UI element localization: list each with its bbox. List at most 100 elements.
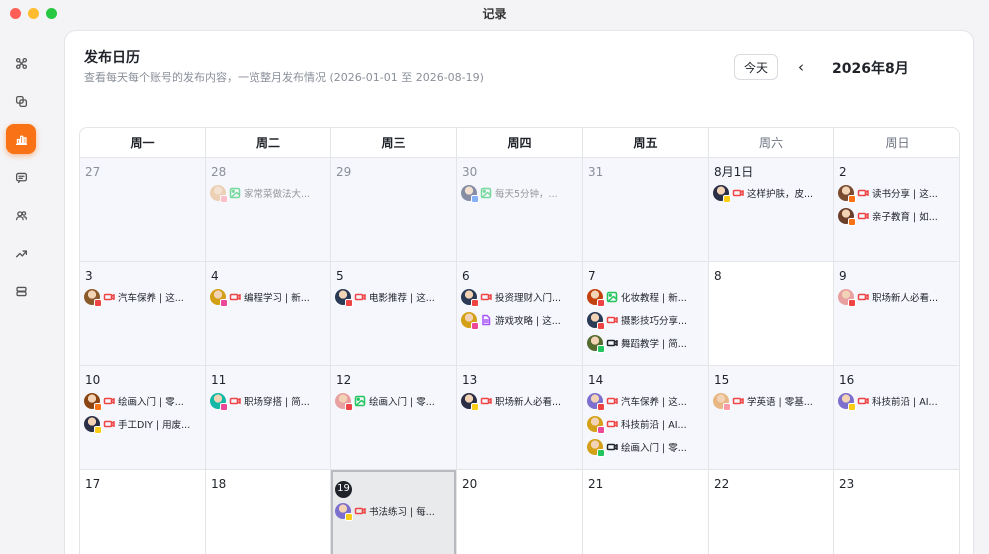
post-item[interactable]: 投资理财入门... [461, 287, 578, 307]
post-item[interactable]: 职场新人必看... [838, 287, 957, 307]
calendar-day[interactable]: 17 [80, 470, 206, 554]
calendar-day[interactable]: 18 [206, 470, 331, 554]
day-number: 3 [85, 269, 93, 283]
post-item[interactable]: 化妆教程 | 新... [587, 287, 704, 307]
sidebar-item-storage[interactable] [6, 276, 36, 306]
layers-icon [15, 95, 27, 107]
post-item[interactable]: 汽车保养 | 这... [587, 391, 704, 411]
post-title: 游戏攻略 | 这... [495, 316, 561, 327]
calendar-day[interactable]: 2 读书分享 | 这... 亲子教育 | 如... [834, 158, 959, 262]
avatar [335, 289, 353, 307]
post-title: 职场新人必看... [872, 293, 939, 304]
post-item[interactable]: 绘画入门 | 零... [84, 391, 201, 411]
post-item[interactable]: 职场新人必看... [461, 391, 578, 411]
post-item[interactable]: 读书分享 | 这... [838, 183, 957, 203]
minimize-window-button[interactable] [28, 8, 39, 19]
avatar [461, 185, 479, 203]
sidebar-item-accounts[interactable] [6, 86, 36, 116]
calendar-day[interactable]: 5 电影推荐 | 这... [331, 262, 457, 366]
calendar-day-today[interactable]: 19 书法练习 | 每... [331, 470, 457, 554]
calendar-day[interactable]: 13 职场新人必看... [457, 366, 583, 470]
platform-badge [345, 299, 353, 307]
avatar [461, 312, 479, 330]
calendar-day[interactable]: 20 [457, 470, 583, 554]
calendar-day[interactable]: 8 [709, 262, 834, 366]
post-title: 科技前沿 | AI... [621, 420, 687, 431]
post-item[interactable]: 这样护肤，皮... [713, 183, 829, 203]
post-item[interactable]: 科技前沿 | AI... [587, 414, 704, 434]
day-number: 12 [336, 373, 352, 387]
post-item[interactable]: 绘画入门 | 零... [587, 437, 704, 457]
post-item[interactable]: 编程学习 | 新... [210, 287, 326, 307]
avatar [587, 335, 605, 353]
maximize-window-button[interactable] [46, 8, 57, 19]
calendar-day[interactable]: 10 绘画入门 | 零... 手工DIY | 用废... [80, 366, 206, 470]
calendar-day[interactable]: 4 编程学习 | 新... [206, 262, 331, 366]
day-number: 14 [588, 373, 604, 387]
video-icon [103, 291, 115, 303]
calendar-day[interactable]: 8月1日 这样护肤，皮... [709, 158, 834, 262]
document-icon [480, 314, 492, 326]
image-icon [480, 187, 492, 199]
calendar-day[interactable]: 23 [834, 470, 959, 554]
video-icon [229, 291, 241, 303]
post-item[interactable]: 摄影技巧分享... [587, 310, 704, 330]
day-number: 30 [462, 165, 478, 179]
post-item[interactable]: 手工DIY | 用废... [84, 414, 201, 434]
post-title: 绘画入门 | 零... [118, 397, 184, 408]
post-item[interactable]: 科技前沿 | AI... [838, 391, 957, 411]
platform-badge [94, 403, 102, 411]
calendar-day[interactable]: 16 科技前沿 | AI... [834, 366, 959, 470]
calendar-day[interactable]: 11 职场穿搭 | 简... [206, 366, 331, 470]
calendar-day[interactable]: 3 汽车保养 | 这... [80, 262, 206, 366]
post-item[interactable]: 绘画入门 | 零... [335, 391, 452, 411]
avatar [84, 289, 102, 307]
post-item[interactable]: 汽车保养 | 这... [84, 287, 201, 307]
post-title: 学英语 | 零基... [747, 397, 813, 408]
post-item[interactable]: 职场穿搭 | 简... [210, 391, 326, 411]
calendar-day[interactable]: 21 [583, 470, 709, 554]
calendar-day[interactable]: 30 每天5分钟，... [457, 158, 583, 262]
sidebar-item-messages[interactable] [6, 162, 36, 192]
sidebar-item-users[interactable] [6, 200, 36, 230]
calendar-day[interactable]: 7 化妆教程 | 新... 摄影技巧分享... 舞蹈教学 | 简... [583, 262, 709, 366]
post-item[interactable]: 游戏攻略 | 这... [461, 310, 578, 330]
platform-badge [471, 403, 479, 411]
calendar-day[interactable]: 15 学英语 | 零基... [709, 366, 834, 470]
calendar-day[interactable]: 22 [709, 470, 834, 554]
previous-month-button[interactable]: ‹ [791, 57, 811, 77]
calendar-day[interactable]: 6 投资理财入门... 游戏攻略 | 这... [457, 262, 583, 366]
calendar-day[interactable]: 28 家常菜做法大... [206, 158, 331, 262]
post-item[interactable]: 电影推荐 | 这... [335, 287, 452, 307]
calendar-day[interactable]: 9 职场新人必看... [834, 262, 959, 366]
close-window-button[interactable] [10, 8, 21, 19]
weekday-sun: 周日 [885, 136, 910, 150]
calendar-day[interactable]: 29 [331, 158, 457, 262]
post-item[interactable]: 书法练习 | 每... [335, 501, 452, 521]
today-button[interactable]: 今天 [734, 54, 778, 80]
post-item[interactable]: 舞蹈教学 | 简... [587, 333, 704, 353]
post-title: 这样护肤，皮... [747, 189, 814, 200]
sidebar-item-calendar[interactable] [6, 124, 36, 154]
sidebar-item-trends[interactable] [6, 238, 36, 268]
calendar-day[interactable]: 31 [583, 158, 709, 262]
post-item[interactable]: 亲子教育 | 如... [838, 206, 957, 226]
weekday-header: 周一 周二 周三 周四 周五 周六 周日 [80, 128, 959, 158]
calendar-day[interactable]: 12 绘画入门 | 零... [331, 366, 457, 470]
post-title: 亲子教育 | 如... [872, 212, 938, 223]
avatar [84, 393, 102, 411]
avatar [210, 289, 228, 307]
day-number: 9 [839, 269, 847, 283]
calendar-day[interactable]: 14 汽车保养 | 这... 科技前沿 | AI... 绘画入门 | 零... [583, 366, 709, 470]
calendar-day[interactable]: 27 [80, 158, 206, 262]
post-item[interactable]: 学英语 | 零基... [713, 391, 829, 411]
day-number: 15 [714, 373, 730, 387]
image-icon [229, 187, 241, 199]
platform-badge [597, 345, 605, 353]
post-item[interactable]: 家常菜做法大... [210, 183, 326, 203]
post-title: 汽车保养 | 这... [118, 293, 184, 304]
platform-badge [345, 512, 353, 521]
sidebar-item-dashboard[interactable] [6, 48, 36, 78]
day-number: 11 [211, 373, 227, 387]
post-item[interactable]: 每天5分钟，... [461, 183, 578, 203]
